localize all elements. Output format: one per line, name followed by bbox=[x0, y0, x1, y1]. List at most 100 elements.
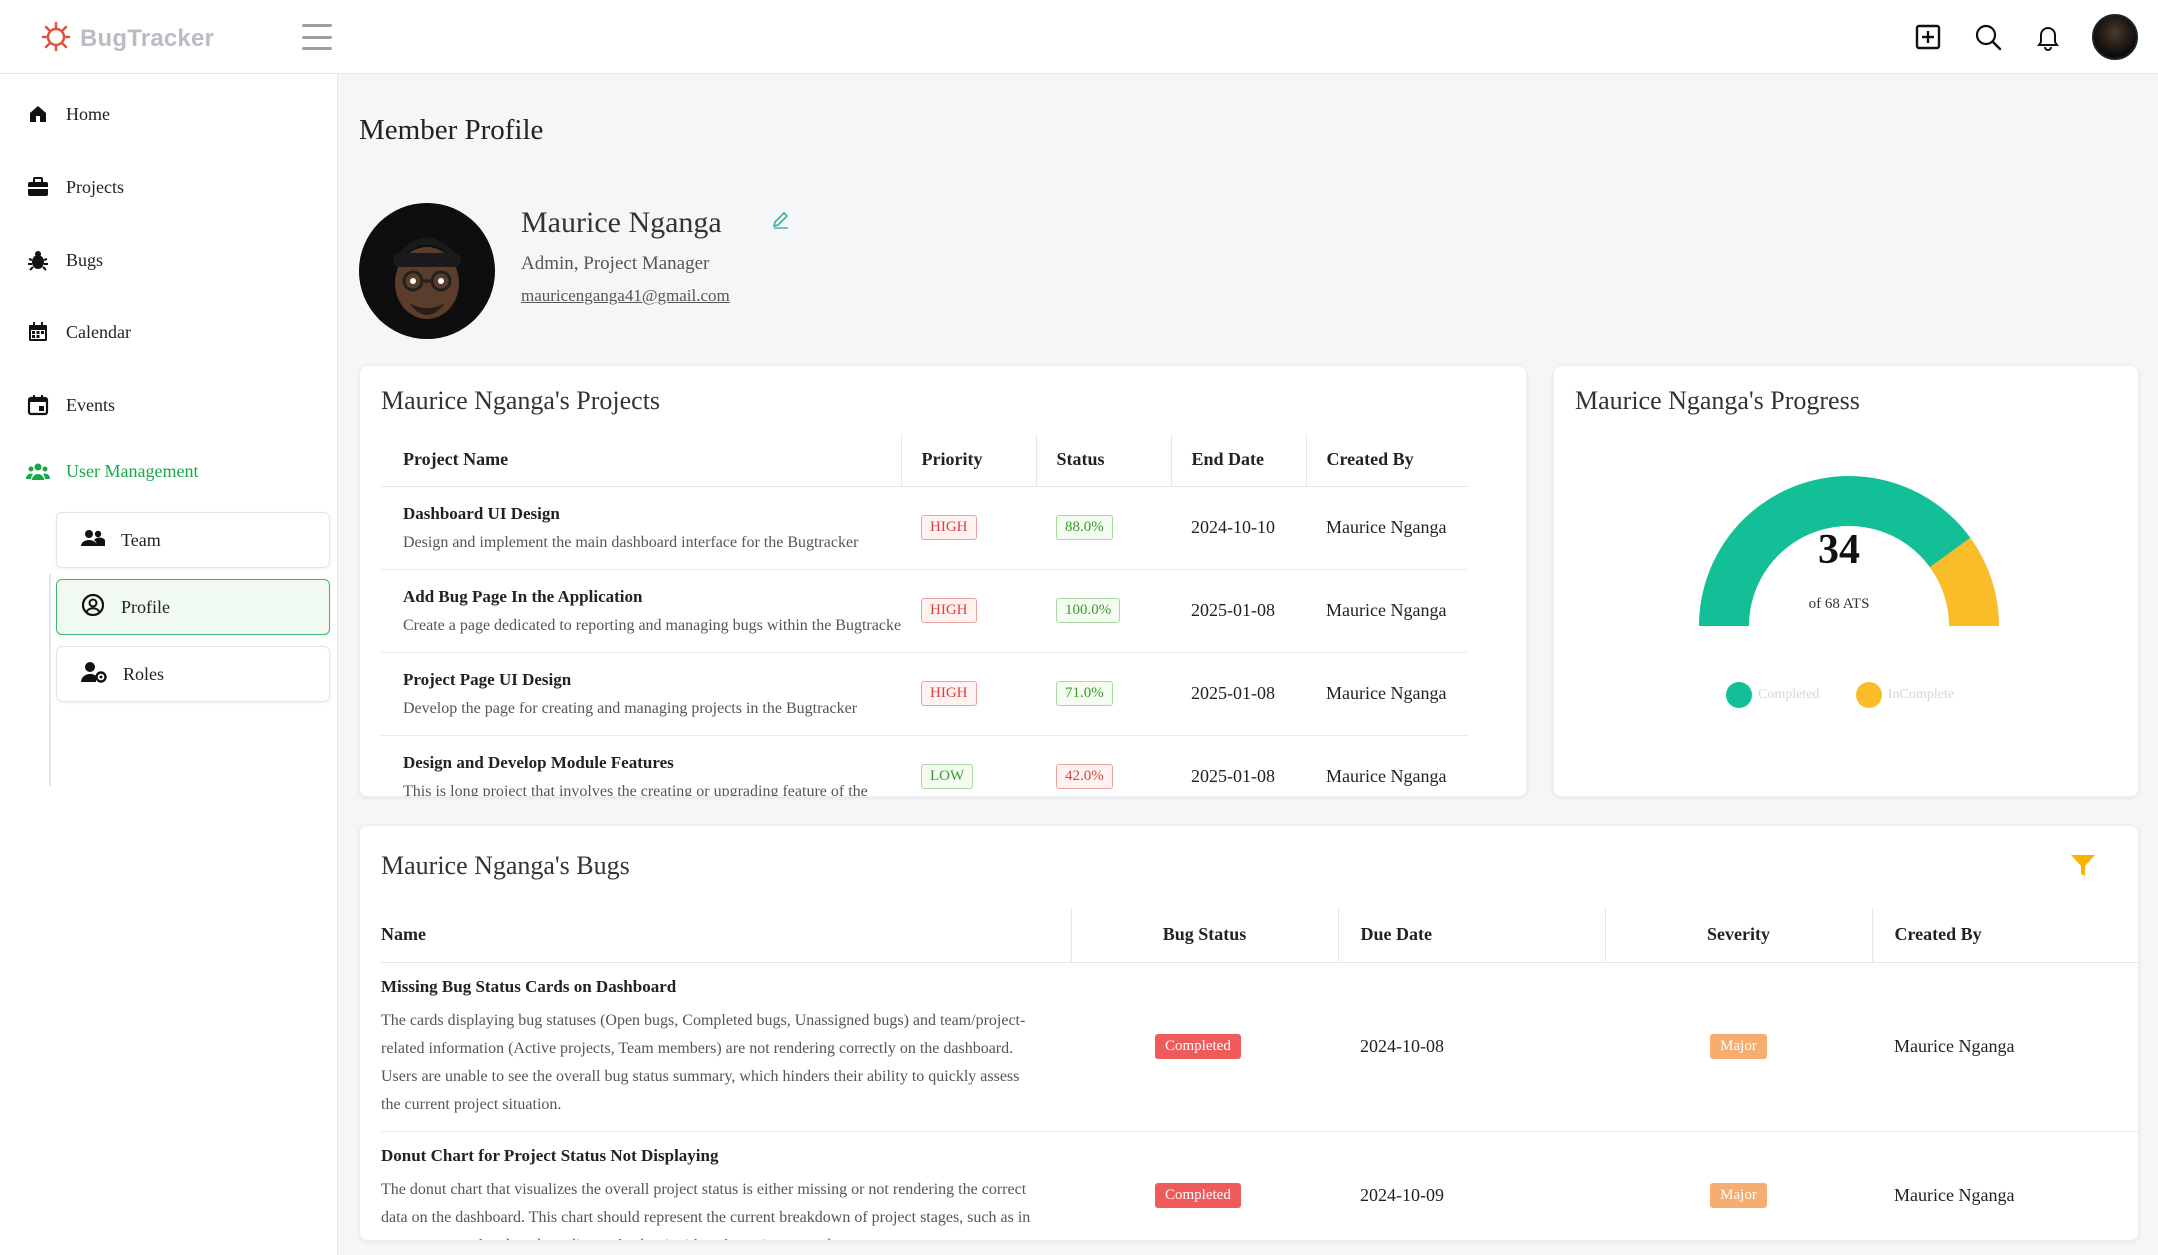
created-by: Maurice Nganga bbox=[1306, 569, 1468, 653]
created-by: Maurice Nganga bbox=[1872, 1131, 2138, 1240]
bug-name[interactable]: Donut Chart for Project Status Not Displ… bbox=[381, 1146, 1071, 1166]
projects-table-header: Project Name Priority Status End Date Cr… bbox=[381, 434, 1468, 487]
table-row[interactable]: Missing Bug Status Cards on Dashboard The… bbox=[381, 962, 2138, 1132]
table-row[interactable]: Project Page UI Design Develop the page f… bbox=[381, 652, 1468, 736]
add-square-icon[interactable] bbox=[1912, 21, 1944, 53]
sidebar-subitem-roles[interactable]: Roles bbox=[56, 646, 330, 702]
projects-card: Maurice Nganga's Projects Project Name P… bbox=[359, 365, 1527, 797]
table-row[interactable]: Dashboard UI Design Design and implement … bbox=[381, 486, 1468, 570]
calendar-icon bbox=[26, 320, 50, 344]
project-description: Create a page dedicated to reporting and… bbox=[403, 616, 901, 634]
end-date: 2025-01-08 bbox=[1171, 652, 1306, 736]
progress-caption: of 68 ATS bbox=[1808, 596, 1870, 612]
project-name[interactable]: Design and Develop Module Features bbox=[403, 753, 901, 773]
bug-logo-icon bbox=[40, 20, 72, 57]
sidebar-item-label: Calendar bbox=[66, 321, 131, 342]
sidebar-item-label: Team bbox=[121, 529, 161, 550]
table-row[interactable]: Design and Develop Module Features This i… bbox=[381, 735, 1468, 797]
legend-completed[interactable]: Completed bbox=[1726, 682, 1819, 708]
project-description: Develop the page for creating and managi… bbox=[403, 699, 858, 717]
column-header[interactable]: End Date bbox=[1170, 434, 1306, 487]
sidebar-subitem-team[interactable]: Team bbox=[56, 512, 330, 568]
column-header[interactable]: Created By bbox=[1305, 434, 1468, 487]
profile-avatar bbox=[359, 203, 495, 339]
profile-role: Admin, Project Manager bbox=[521, 253, 710, 274]
search-icon[interactable] bbox=[1972, 21, 2004, 53]
progress-card-title: Maurice Nganga's Progress bbox=[1575, 386, 1860, 415]
column-header[interactable]: Created By bbox=[1871, 908, 2138, 963]
due-date: 2024-10-08 bbox=[1338, 962, 1605, 1132]
column-header[interactable]: Due Date bbox=[1337, 908, 1605, 963]
sidebar-item-bugs[interactable]: Bugs bbox=[26, 248, 103, 272]
project-name[interactable]: Project Page UI Design bbox=[403, 670, 901, 690]
bug-description: The donut chart that visualizes the over… bbox=[381, 1180, 1031, 1241]
sidebar-item-home[interactable]: Home bbox=[26, 102, 110, 126]
sidebar-item-label: Events bbox=[66, 394, 115, 415]
sidebar-item-label: Profile bbox=[121, 596, 170, 617]
bell-icon[interactable] bbox=[2032, 21, 2064, 53]
pencil-icon bbox=[771, 209, 791, 234]
bugs-card-title: Maurice Nganga's Bugs bbox=[381, 851, 630, 880]
column-header[interactable]: Project Name bbox=[381, 434, 901, 487]
bugs-table: Name Bug Status Due Date Severity Create… bbox=[381, 908, 2138, 1241]
project-name[interactable]: Dashboard UI Design bbox=[403, 504, 901, 524]
sidebar-subitem-profile[interactable]: Profile bbox=[56, 579, 330, 635]
column-header[interactable]: Priority bbox=[900, 434, 1036, 487]
project-name[interactable]: Add Bug Page In the Application bbox=[403, 587, 901, 607]
bug-name[interactable]: Missing Bug Status Cards on Dashboard bbox=[381, 977, 1071, 997]
due-date: 2024-10-09 bbox=[1338, 1131, 1605, 1240]
submenu-guide-line bbox=[49, 574, 51, 786]
legend-dot-completed bbox=[1726, 682, 1752, 708]
briefcase-icon bbox=[26, 175, 50, 199]
created-by: Maurice Nganga bbox=[1872, 962, 2138, 1132]
column-header[interactable]: Severity bbox=[1604, 908, 1872, 963]
user-gear-icon bbox=[80, 661, 107, 688]
app-logo[interactable]: BugTracker bbox=[40, 20, 214, 57]
sidebar-item-label: Roles bbox=[123, 663, 165, 684]
sidebar-item-calendar[interactable]: Calendar bbox=[26, 320, 131, 344]
projects-card-title: Maurice Nganga's Projects bbox=[381, 386, 661, 415]
priority-badge: HIGH bbox=[921, 598, 977, 623]
page-title: Member Profile bbox=[359, 114, 544, 146]
profile-email-link[interactable]: mauricenganga41@gmail.com bbox=[521, 286, 730, 306]
user-avatar[interactable] bbox=[2092, 14, 2138, 60]
sidebar-item-label: Bugs bbox=[66, 249, 104, 270]
progress-card: Maurice Nganga's Progress 34 of 68 ATS C… bbox=[1553, 365, 2139, 797]
sidebar-item-projects[interactable]: Projects bbox=[26, 175, 124, 199]
edit-profile-button[interactable] bbox=[764, 204, 798, 238]
column-header[interactable]: Bug Status bbox=[1070, 908, 1338, 963]
profile-name: Maurice Nganga bbox=[521, 206, 722, 239]
bug-status-badge: Completed bbox=[1155, 1183, 1241, 1208]
end-date: 2024-10-10 bbox=[1171, 486, 1306, 570]
sidebar-item-events[interactable]: Events bbox=[26, 393, 115, 417]
priority-badge: HIGH bbox=[921, 515, 977, 540]
table-row[interactable]: Donut Chart for Project Status Not Displ… bbox=[381, 1131, 2138, 1241]
team-icon bbox=[81, 529, 107, 552]
project-description: This is long project that involves the c… bbox=[403, 782, 868, 797]
filter-icon[interactable] bbox=[2070, 854, 2096, 883]
bug-description: The cards displaying bug statuses (Open … bbox=[381, 1011, 1026, 1113]
column-header[interactable]: Status bbox=[1035, 434, 1171, 487]
status-badge: 100.0% bbox=[1056, 598, 1121, 623]
legend-incomplete[interactable]: InComplete bbox=[1856, 682, 1954, 708]
column-header[interactable]: Name bbox=[381, 908, 1071, 963]
sidebar-item-label: Home bbox=[66, 103, 110, 124]
end-date: 2025-01-08 bbox=[1171, 735, 1306, 796]
severity-badge: Major bbox=[1710, 1183, 1767, 1208]
legend-label: InComplete bbox=[1888, 687, 1955, 702]
progress-value: 34 bbox=[1818, 527, 1860, 573]
event-icon bbox=[26, 393, 50, 417]
account-circle-icon bbox=[81, 593, 105, 622]
severity-badge: Major bbox=[1710, 1034, 1767, 1059]
bugs-table-header: Name Bug Status Due Date Severity Create… bbox=[381, 908, 2138, 963]
menu-toggle-icon[interactable] bbox=[302, 24, 332, 50]
users-group-icon bbox=[26, 459, 50, 483]
sidebar-item-user-management[interactable]: User Management bbox=[26, 459, 198, 483]
legend-label: Completed bbox=[1758, 687, 1820, 702]
created-by: Maurice Nganga bbox=[1306, 486, 1468, 570]
projects-table: Project Name Priority Status End Date Cr… bbox=[381, 434, 1468, 797]
bug-status-badge: Completed bbox=[1155, 1034, 1241, 1059]
end-date: 2025-01-08 bbox=[1171, 569, 1306, 653]
table-row[interactable]: Add Bug Page In the Application Create a … bbox=[381, 569, 1468, 653]
sidebar: Home Projects Bugs Calendar Events User … bbox=[0, 74, 338, 1255]
